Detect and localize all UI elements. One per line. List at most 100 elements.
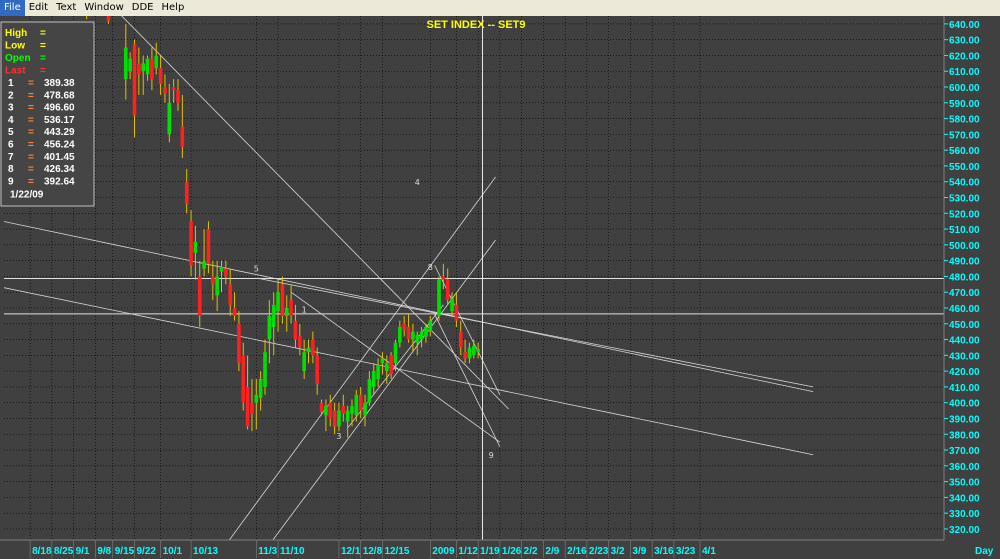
candlestick-chart[interactable]: 5 4 3 8 9 1 320.00330.00340.00350.00360.00370… — [0, 16, 1000, 559]
x-tick-label: 12/1 — [341, 546, 361, 557]
candle-body — [380, 358, 385, 364]
wave-label: 1 — [302, 306, 307, 315]
candle-body — [302, 352, 306, 372]
level-number: 3 — [8, 103, 14, 114]
info-row-sep: = — [40, 41, 46, 52]
y-tick-label: 540.00 — [949, 178, 980, 189]
y-tick-label: 520.00 — [949, 209, 980, 220]
candle-body — [306, 347, 311, 353]
candle-body — [150, 58, 154, 80]
candle-body — [389, 355, 393, 375]
candle-body — [332, 410, 337, 427]
y-tick-label: 400.00 — [949, 399, 980, 410]
wave-label: 9 — [489, 451, 494, 460]
info-row-label: High — [5, 28, 27, 39]
info-row-label: Last — [5, 66, 26, 77]
candle-body — [398, 326, 402, 343]
candle-body — [263, 352, 267, 387]
x-tick-label: 12/8 — [363, 546, 383, 557]
menu-dde[interactable]: DDE — [128, 0, 158, 16]
candle-body — [402, 323, 406, 331]
level-value: 401.45 — [44, 152, 75, 163]
candle-body — [376, 364, 380, 380]
menu-text[interactable]: Text — [52, 0, 80, 16]
info-row-label: Open — [5, 53, 31, 64]
x-tick-label: 9/1 — [76, 546, 90, 557]
level-value: 478.68 — [44, 90, 75, 101]
wave-label: 4 — [415, 178, 420, 187]
y-tick-label: 380.00 — [949, 430, 980, 441]
candle-body — [141, 63, 145, 72]
menu-window[interactable]: Window — [80, 0, 127, 16]
x-tick-label: 1/12 — [458, 546, 478, 557]
x-tick-label: 2/2 — [524, 546, 538, 557]
candle-body — [128, 58, 132, 72]
candle-body — [132, 44, 137, 116]
candle-body — [124, 47, 128, 80]
y-tick-label: 440.00 — [949, 336, 980, 347]
candle-body — [406, 326, 411, 340]
info-panel: High =Low =Open =Last =1 = 389.382 = 478.683 = 496… — [0, 21, 95, 207]
candle-body — [106, 16, 111, 21]
candle-body — [215, 276, 219, 296]
candle-body — [171, 87, 176, 91]
candle-body — [437, 279, 441, 316]
menu-edit[interactable]: Edit — [25, 0, 52, 16]
candle-body — [211, 276, 215, 285]
candle-body — [476, 349, 480, 353]
level-number: 9 — [8, 176, 14, 187]
level-number: 2 — [8, 90, 14, 101]
level-sep: = — [28, 90, 34, 101]
candle-body — [180, 126, 185, 147]
candle-body — [385, 363, 389, 372]
x-tick-label: 9/15 — [115, 546, 135, 557]
candle-body — [450, 298, 454, 312]
candle-body — [428, 320, 433, 332]
x-tick-label: 8/25 — [54, 546, 74, 557]
y-axis: 320.00 330.00 340.00 350.00 360.00 370.00 380.… — [943, 16, 1000, 559]
level-number: 5 — [8, 127, 14, 138]
x-tick-label: 9/8 — [97, 546, 111, 557]
candle-up — [437, 276, 441, 321]
x-tick-label: 3/2 — [611, 546, 625, 557]
x-tick-label: 8/18 — [32, 546, 52, 557]
candle-body — [467, 347, 472, 359]
menu-file[interactable]: File — [0, 0, 25, 16]
candle-body — [202, 260, 206, 269]
candle-body — [424, 326, 428, 337]
candle-body — [337, 410, 341, 427]
wave-label: 8 — [428, 263, 433, 272]
y-tick-label: 500.00 — [949, 241, 980, 252]
y-tick-label: 410.00 — [949, 383, 980, 394]
level-sep: = — [28, 103, 34, 114]
menu-help[interactable]: Help — [158, 0, 189, 16]
level-value: 496.60 — [44, 103, 75, 114]
candle-body — [254, 394, 259, 403]
level-sep: = — [28, 152, 34, 163]
level-sep: = — [28, 78, 34, 89]
y-tick-label: 470.00 — [949, 288, 980, 299]
wave-label: 5 — [254, 265, 259, 274]
candle-body — [367, 379, 372, 403]
candle-body — [458, 331, 463, 348]
y-tick-label: 490.00 — [949, 257, 980, 268]
level-number: 7 — [8, 152, 14, 163]
y-tick-label: 330.00 — [949, 509, 980, 520]
candle-body — [189, 221, 193, 266]
candle-body — [154, 55, 159, 69]
candle-body — [350, 405, 354, 414]
candle-body — [454, 304, 459, 321]
x-axis-label: Day — [975, 546, 994, 557]
candle-body — [311, 339, 315, 356]
candle-body — [163, 87, 167, 94]
y-tick-label: 590.00 — [949, 99, 980, 110]
candle-body — [237, 323, 241, 364]
info-row-sep: = — [40, 66, 46, 77]
candle-body — [441, 276, 446, 280]
y-tick-label: 370.00 — [949, 446, 980, 457]
candle-body — [228, 284, 232, 305]
info-date: 1/22/09 — [10, 190, 44, 201]
x-tick-label: 11/10 — [280, 546, 305, 557]
level-value: 443.29 — [44, 127, 75, 138]
x-tick-label: 3/16 — [654, 546, 674, 557]
